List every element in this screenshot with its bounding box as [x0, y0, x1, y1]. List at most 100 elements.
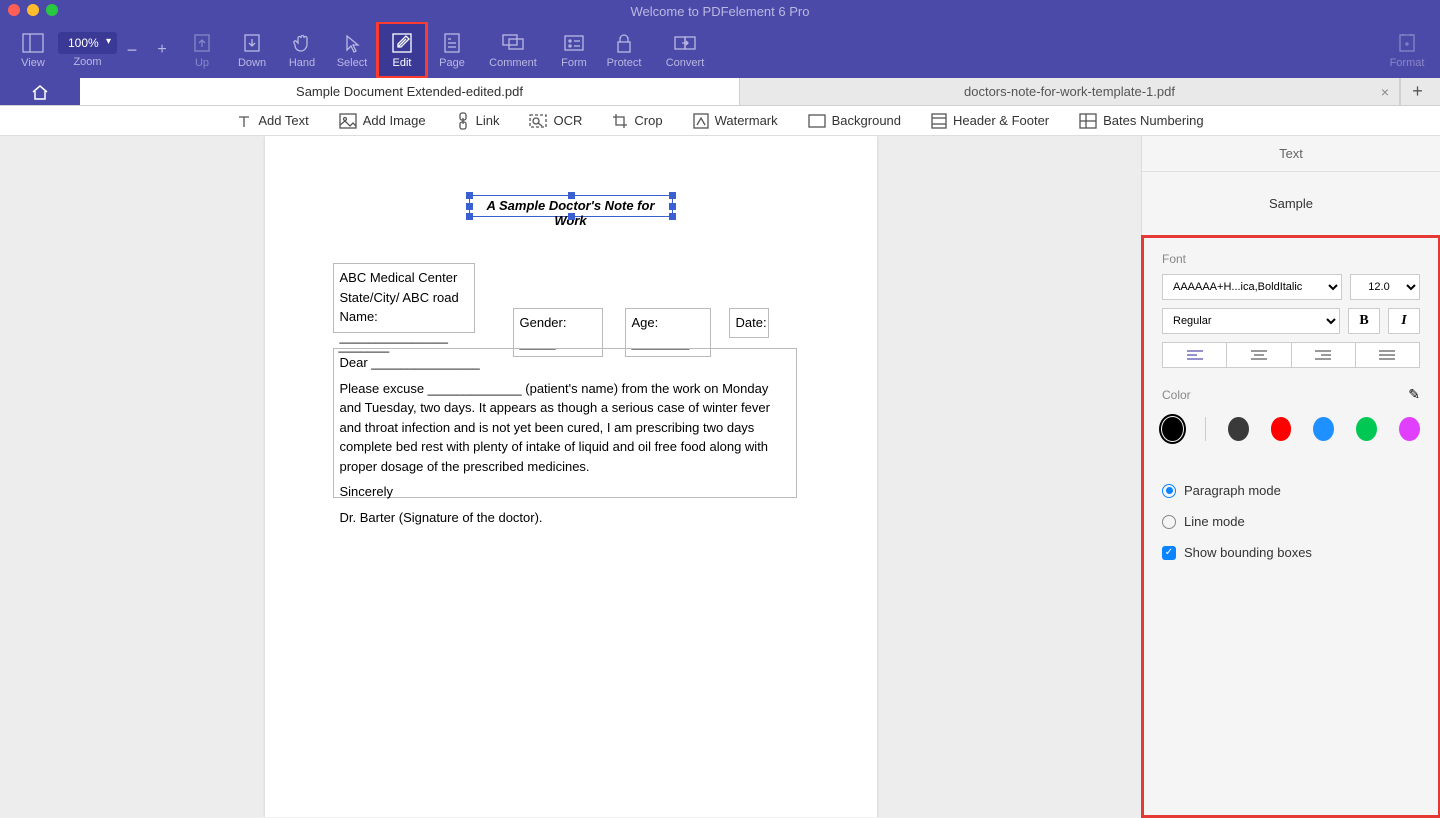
comment-button[interactable]: Comment [477, 22, 549, 78]
resize-handle[interactable] [466, 192, 473, 199]
resize-handle[interactable] [568, 192, 575, 199]
resize-handle[interactable] [466, 203, 473, 210]
pdf-page[interactable]: A Sample Doctor's Note for Work ABC Medi… [265, 136, 877, 817]
convert-icon [673, 31, 697, 55]
cursor-icon [340, 31, 364, 55]
radio-icon [1162, 484, 1176, 498]
down-button[interactable]: Down [227, 22, 277, 78]
panel-header: Text [1142, 136, 1440, 172]
font-size-select[interactable]: 12.0 [1350, 274, 1420, 300]
crop-icon [612, 113, 628, 129]
resize-handle[interactable] [669, 213, 676, 220]
properties-panel: Text Sample Font AAAAAA+H...ica,BoldItal… [1141, 136, 1440, 817]
zoom-select[interactable]: 100% [58, 32, 117, 54]
format-button[interactable]: Format [1382, 22, 1432, 78]
convert-button[interactable]: Convert [649, 22, 721, 78]
view-button[interactable]: View [8, 22, 58, 78]
format-icon [1395, 31, 1419, 55]
watermark-button[interactable]: Watermark [693, 113, 778, 129]
form-icon [562, 31, 586, 55]
tab-strip: Sample Document Extended-edited.pdf doct… [0, 78, 1440, 106]
bates-icon [1079, 113, 1097, 129]
font-section: Font AAAAAA+H...ica,BoldItalic 12.0 Regu… [1141, 235, 1440, 818]
paragraph-mode-radio[interactable]: Paragraph mode [1162, 483, 1420, 498]
canvas-area[interactable]: A Sample Doctor's Note for Work ABC Medi… [0, 136, 1141, 817]
page-button[interactable]: Page [427, 22, 477, 78]
zoom-control: 100% Zoom [58, 32, 117, 68]
zoom-in-button[interactable]: + [147, 22, 177, 78]
align-center-button[interactable] [1227, 342, 1291, 368]
window-controls [8, 4, 58, 16]
align-justify-button[interactable] [1356, 342, 1420, 368]
workspace: A Sample Doctor's Note for Work ABC Medi… [0, 136, 1440, 817]
color-magenta[interactable] [1399, 417, 1420, 441]
background-button[interactable]: Background [808, 113, 901, 128]
color-blue[interactable] [1313, 417, 1334, 441]
background-icon [808, 114, 826, 128]
resize-handle[interactable] [669, 192, 676, 199]
up-button[interactable]: Up [177, 22, 227, 78]
zoom-out-button[interactable]: − [117, 22, 147, 78]
align-left-button[interactable] [1162, 342, 1227, 368]
tab-label: Sample Document Extended-edited.pdf [296, 84, 523, 99]
add-image-button[interactable]: Add Image [339, 113, 426, 129]
eyedropper-icon[interactable]: ✎ [1408, 386, 1420, 403]
resize-handle[interactable] [466, 213, 473, 220]
edit-icon [390, 31, 414, 55]
form-button[interactable]: Form [549, 22, 599, 78]
italic-button[interactable]: I [1388, 308, 1420, 334]
bold-button[interactable]: B [1348, 308, 1380, 334]
selected-text-box[interactable]: A Sample Doctor's Note for Work [469, 195, 673, 217]
color-label: Color [1162, 388, 1191, 402]
text-block-header[interactable]: ABC Medical Center State/City/ ABC road … [333, 263, 475, 333]
minimize-window-button[interactable] [27, 4, 39, 16]
color-darkgray[interactable] [1228, 417, 1249, 441]
text-icon [236, 113, 252, 129]
color-black[interactable] [1162, 417, 1183, 441]
link-button[interactable]: Link [456, 112, 500, 130]
select-button[interactable]: Select [327, 22, 377, 78]
bates-numbering-button[interactable]: Bates Numbering [1079, 113, 1203, 129]
titlebar: Welcome to PDFelement 6 Pro [0, 0, 1440, 22]
color-red[interactable] [1271, 417, 1292, 441]
page-up-icon [190, 31, 214, 55]
color-green[interactable] [1356, 417, 1377, 441]
home-icon [30, 83, 50, 101]
hand-button[interactable]: Hand [277, 22, 327, 78]
text-block-date[interactable]: Date: [729, 308, 769, 338]
new-tab-button[interactable]: + [1400, 78, 1434, 105]
maximize-window-button[interactable] [46, 4, 58, 16]
close-window-button[interactable] [8, 4, 20, 16]
checkbox-icon: ✓ [1162, 546, 1176, 560]
resize-handle[interactable] [669, 203, 676, 210]
view-icon [21, 31, 45, 55]
font-label: Font [1162, 252, 1420, 266]
protect-button[interactable]: Protect [599, 22, 649, 78]
tab-document-1[interactable]: Sample Document Extended-edited.pdf [80, 78, 740, 105]
font-family-select[interactable]: AAAAAA+H...ica,BoldItalic [1162, 274, 1342, 300]
color-swatches [1162, 417, 1420, 441]
align-right-button[interactable] [1292, 342, 1356, 368]
line-mode-radio[interactable]: Line mode [1162, 514, 1420, 529]
home-tab[interactable] [0, 78, 80, 105]
header-footer-button[interactable]: Header & Footer [931, 113, 1049, 129]
font-style-select[interactable]: Regular [1162, 308, 1340, 334]
ocr-button[interactable]: OCR [529, 113, 582, 128]
radio-icon [1162, 515, 1176, 529]
close-tab-icon[interactable]: × [1381, 84, 1389, 100]
page-icon [440, 31, 464, 55]
show-bounding-boxes-checkbox[interactable]: ✓ Show bounding boxes [1162, 545, 1420, 560]
text-block-body[interactable]: Dear _______________ Please excuse _____… [333, 348, 797, 498]
link-icon [456, 112, 470, 130]
lock-icon [612, 31, 636, 55]
tab-document-2[interactable]: doctors-note-for-work-template-1.pdf × [740, 78, 1400, 105]
crop-button[interactable]: Crop [612, 113, 662, 129]
add-text-button[interactable]: Add Text [236, 113, 308, 129]
resize-handle[interactable] [568, 213, 575, 220]
edit-button[interactable]: Edit [377, 22, 427, 78]
main-toolbar: View 100% Zoom − + Up Down Hand Select E… [0, 22, 1440, 78]
hand-icon [290, 31, 314, 55]
tab-label: doctors-note-for-work-template-1.pdf [964, 84, 1175, 99]
ocr-icon [529, 114, 547, 128]
header-footer-icon [931, 113, 947, 129]
